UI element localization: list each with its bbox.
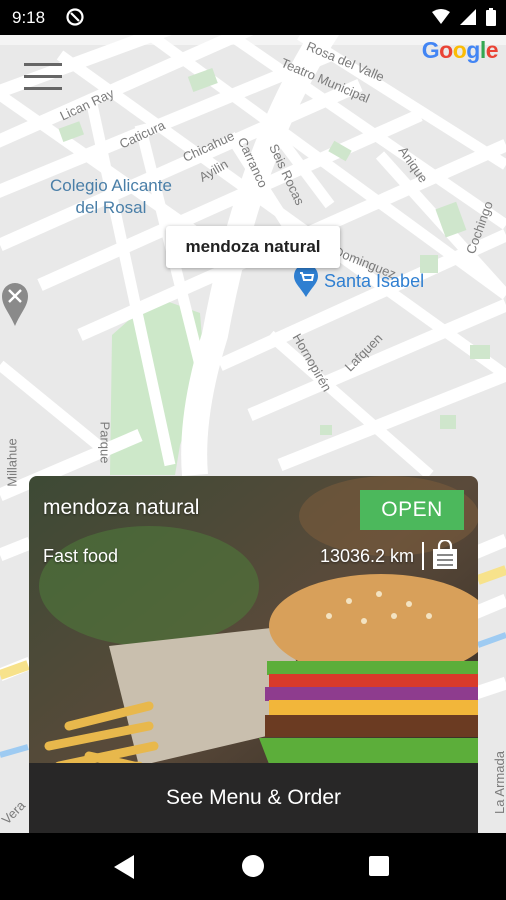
restaurant-name: mendoza natural bbox=[43, 496, 200, 519]
restaurant-marker-icon[interactable] bbox=[0, 282, 30, 326]
open-status-badge: OPEN bbox=[360, 490, 464, 530]
menu-line bbox=[24, 63, 62, 66]
restaurant-card[interactable]: mendoza natural OPEN Fast food 13036.2 k… bbox=[29, 476, 478, 833]
store-pin-icon[interactable] bbox=[294, 265, 318, 297]
street-label: Millahue bbox=[4, 438, 20, 487]
wifi-icon bbox=[432, 9, 450, 24]
restaurant-category: Fast food bbox=[43, 546, 119, 566]
menu-button[interactable] bbox=[24, 63, 62, 91]
poi-store-label: Santa Isabel bbox=[324, 271, 425, 291]
google-logo-letter: o bbox=[452, 37, 467, 63]
status-bar: 9:18 bbox=[0, 0, 506, 35]
menu-line bbox=[24, 75, 62, 78]
recent-apps-icon[interactable] bbox=[369, 856, 389, 876]
marker-tooltip[interactable]: mendoza natural bbox=[166, 226, 340, 268]
see-menu-order-button[interactable]: See Menu & Order bbox=[29, 763, 478, 833]
google-logo-letter: g bbox=[466, 37, 480, 63]
menu-line bbox=[24, 87, 62, 90]
status-indicators bbox=[432, 8, 496, 26]
restaurant-distance: 13036.2 km bbox=[319, 546, 414, 566]
street-label: La Armada bbox=[491, 751, 506, 814]
app-notification-icon bbox=[66, 8, 84, 26]
google-logo-letter: o bbox=[439, 37, 453, 63]
home-icon[interactable] bbox=[242, 855, 264, 877]
google-logo-letter: G bbox=[421, 37, 440, 63]
google-logo-letter: e bbox=[485, 37, 499, 63]
battery-icon bbox=[486, 8, 496, 26]
shopping-bag-icon bbox=[433, 540, 457, 569]
street-label: Parque bbox=[97, 421, 113, 464]
back-icon[interactable] bbox=[114, 855, 136, 879]
system-nav-bar bbox=[0, 833, 506, 900]
poi-school-label: Colegio Alicante del Rosal bbox=[50, 176, 172, 217]
google-logo: Google bbox=[421, 37, 499, 64]
distance-divider bbox=[422, 542, 424, 570]
signal-icon bbox=[460, 9, 476, 25]
status-time: 9:18 bbox=[12, 8, 46, 27]
